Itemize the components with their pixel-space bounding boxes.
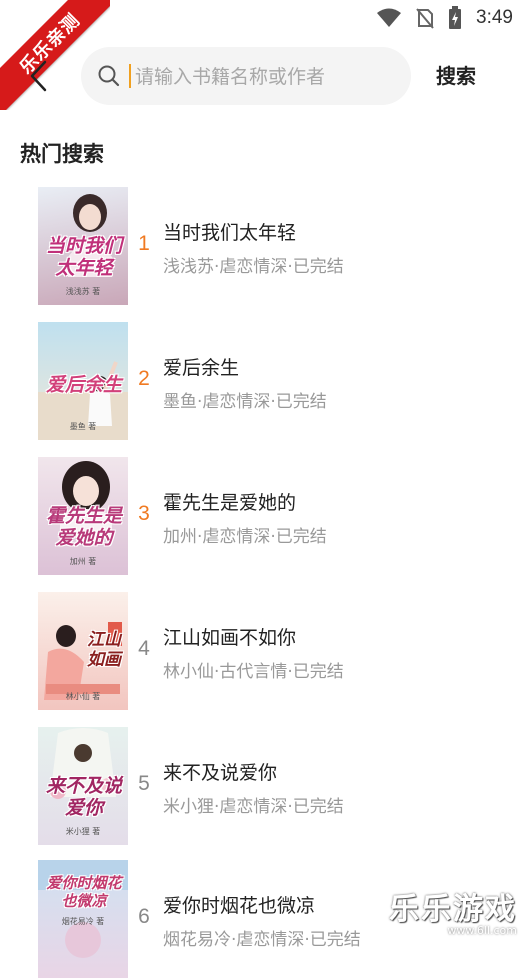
book-meta: 烟花易冷·虐恋情深·已完结	[163, 930, 361, 950]
cover-title: 当时我们太年轻	[45, 235, 122, 279]
rank-number: 5	[138, 772, 150, 795]
list-item[interactable]: 来不及说爱你 米小狸 著 5 来不及说爱你 米小狸·虐恋情深·已完结	[0, 727, 525, 845]
list-item[interactable]: 江山如画 林小仙 著 4 江山如画不如你 林小仙·古代言情·已完结	[0, 592, 525, 710]
book-cover[interactable]: 爱你时烟花也微凉 烟花易冷 著	[38, 860, 128, 978]
search-input[interactable]	[133, 61, 397, 93]
watermark: 乐乐游戏 www.6ll.com	[389, 884, 517, 937]
cover-author: 加州 著	[69, 557, 97, 566]
cover-author: 浅浅苏 著	[65, 287, 101, 296]
search-box[interactable]	[81, 47, 411, 105]
rank-number: 4	[138, 637, 150, 660]
search-button[interactable]: 搜索	[428, 58, 484, 94]
book-title[interactable]: 爱你时烟花也微凉	[163, 891, 315, 918]
watermark-text: 乐乐游戏	[389, 892, 517, 927]
book-meta: 米小狸·虐恋情深·已完结	[163, 797, 344, 817]
book-meta: 林小仙·古代言情·已完结	[163, 662, 344, 682]
search-icon	[98, 65, 120, 87]
book-meta: 浅浅苏·虐恋情深·已完结	[163, 257, 344, 277]
back-button[interactable]	[24, 58, 54, 94]
no-sim-icon	[416, 8, 434, 29]
cover-title: 爱后余生	[45, 374, 122, 396]
cover-title: 江山如画	[87, 630, 121, 670]
book-title[interactable]: 来不及说爱你	[163, 758, 277, 785]
list-item[interactable]: 霍先生是爱她的 加州 著 3 霍先生是爱她的 加州·虐恋情深·已完结	[0, 457, 525, 575]
book-cover[interactable]: 爱后余生 墨鱼 著	[38, 322, 128, 440]
list-item[interactable]: 当时我们太年轻 浅浅苏 著 1 当时我们太年轻 浅浅苏·虐恋情深·已完结	[0, 187, 525, 305]
rank-number: 3	[138, 502, 150, 525]
section-title: 热门搜索	[20, 142, 104, 166]
list-item[interactable]: 爱后余生 墨鱼 著 2 爱后余生 墨鱼·虐恋情深·已完结	[0, 322, 525, 440]
status-time: 3:49	[476, 7, 513, 28]
cover-title: 爱你时烟花也微凉	[46, 874, 122, 910]
cover-author: 墨鱼 著	[69, 422, 97, 431]
rank-number: 1	[138, 232, 150, 255]
book-title[interactable]: 霍先生是爱她的	[163, 488, 296, 515]
battery-icon	[449, 6, 462, 29]
rank-number: 6	[138, 905, 150, 928]
book-title[interactable]: 爱后余生	[163, 353, 239, 380]
wifi-icon	[377, 8, 402, 27]
book-title[interactable]: 当时我们太年轻	[163, 218, 296, 245]
book-cover[interactable]: 霍先生是爱她的 加州 著	[38, 457, 128, 575]
cover-author: 烟花易冷 著	[61, 917, 105, 926]
book-cover[interactable]: 江山如画 林小仙 著	[38, 592, 128, 710]
book-cover[interactable]: 来不及说爱你 米小狸 著	[38, 727, 128, 845]
book-cover[interactable]: 当时我们太年轻 浅浅苏 著	[38, 187, 128, 305]
cover-author: 林小仙 著	[65, 692, 101, 701]
book-meta: 加州·虐恋情深·已完结	[163, 527, 327, 547]
chevron-left-icon	[30, 60, 47, 92]
cover-title: 来不及说爱你	[45, 775, 122, 819]
cover-title: 霍先生是爱她的	[45, 505, 122, 549]
cover-author: 米小狸 著	[65, 827, 101, 836]
rank-number: 2	[138, 367, 150, 390]
book-meta: 墨鱼·虐恋情深·已完结	[163, 392, 327, 412]
text-cursor	[129, 64, 131, 88]
book-title[interactable]: 江山如画不如你	[163, 623, 296, 650]
